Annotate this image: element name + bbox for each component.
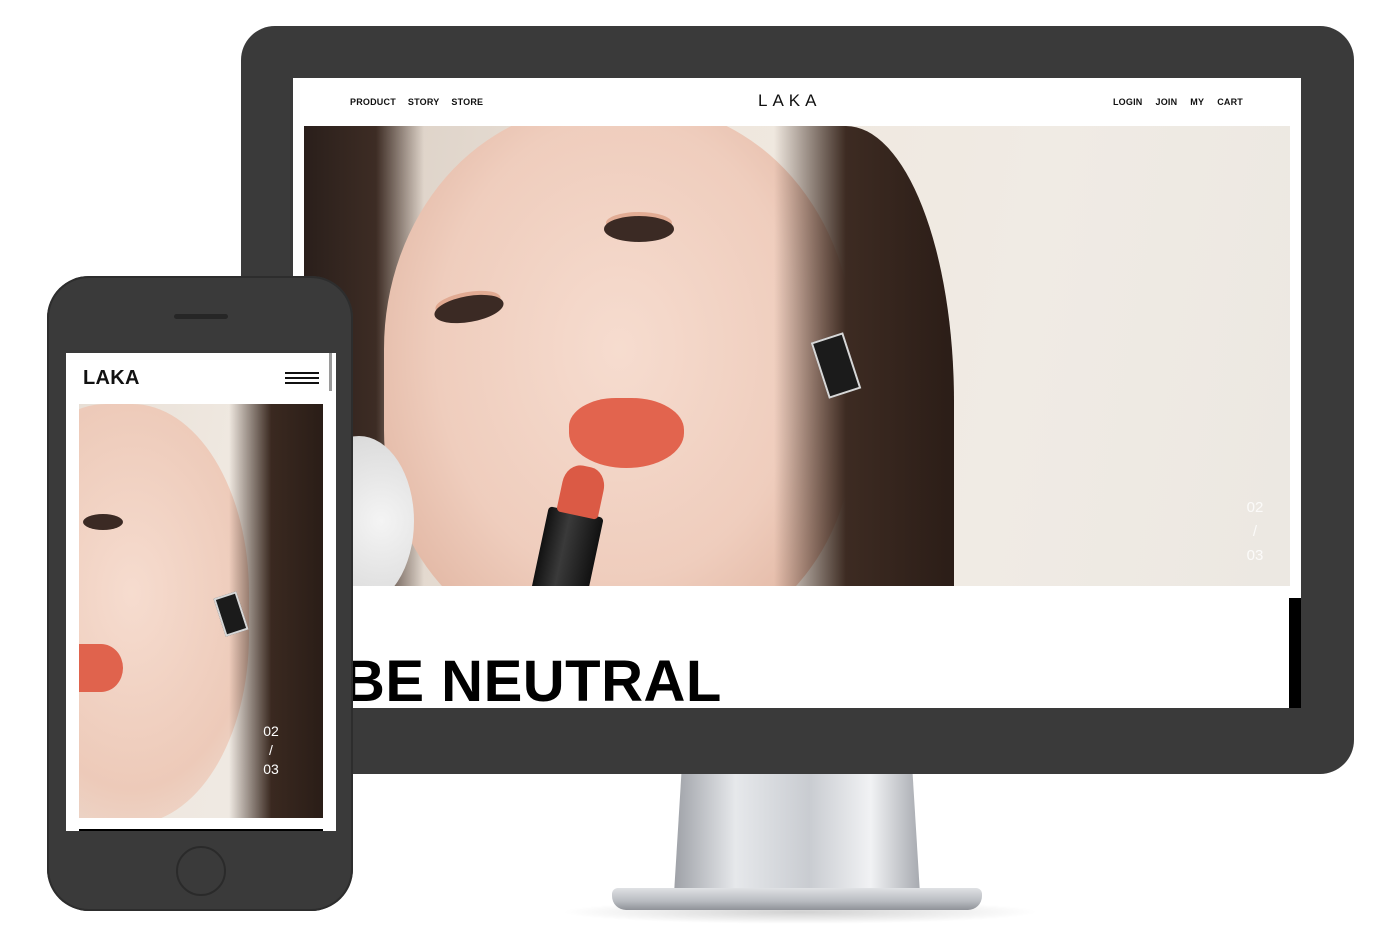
- mobile-hero-image: 02 / 03: [79, 404, 323, 818]
- desktop-header: PRODUCT STORY STORE LAKA LOGIN JOIN MY C…: [293, 78, 1301, 126]
- mobile-scrollbar[interactable]: [329, 353, 332, 391]
- slide-current: 02: [1246, 499, 1264, 516]
- desktop-brand-logo[interactable]: LAKA: [758, 91, 821, 111]
- desktop-nav-left: PRODUCT STORY STORE: [350, 97, 483, 107]
- nav-login-link[interactable]: LOGIN: [1113, 97, 1143, 107]
- desktop-hero-image: 02 / 03: [304, 126, 1290, 586]
- nav-my-link[interactable]: MY: [1190, 97, 1204, 107]
- desktop-slide-counter: 02 / 03: [1240, 496, 1270, 568]
- phone-home-button: [176, 846, 226, 896]
- nav-story-link[interactable]: STORY: [408, 97, 440, 107]
- mobile-slide-current: 02: [263, 723, 279, 739]
- desktop-nav-right: LOGIN JOIN MY CART: [1113, 97, 1243, 107]
- phone-speaker: [174, 314, 228, 319]
- mobile-brand-logo[interactable]: LAKA: [83, 367, 140, 390]
- monitor-stand-neck: [674, 774, 920, 894]
- desktop-headline: BE NEUTRAL: [343, 649, 722, 708]
- hero-eye-right: [604, 216, 674, 242]
- mobile-slide-counter: 02 / 03: [259, 722, 283, 779]
- mobile-accent-bar: [79, 829, 323, 831]
- desktop-accent-bar: [1289, 598, 1301, 708]
- desktop-website: PRODUCT STORY STORE LAKA LOGIN JOIN MY C…: [293, 78, 1301, 708]
- mobile-slide-separator: /: [269, 742, 273, 758]
- mobile-website: LAKA 02 / 03: [66, 353, 336, 831]
- nav-cart-link[interactable]: CART: [1217, 97, 1243, 107]
- mobile-slide-total: 03: [263, 761, 279, 777]
- slide-separator: /: [1252, 523, 1258, 540]
- slide-total: 03: [1246, 547, 1264, 564]
- nav-join-link[interactable]: JOIN: [1155, 97, 1177, 107]
- hero-hair-right: [774, 126, 954, 586]
- mobile-hero-lips: [79, 644, 123, 692]
- hero-lips: [569, 398, 684, 468]
- hamburger-menu-icon[interactable]: [285, 372, 319, 386]
- monitor-stand-base: [612, 888, 982, 910]
- nav-product-link[interactable]: PRODUCT: [350, 97, 396, 107]
- nav-store-link[interactable]: STORE: [451, 97, 483, 107]
- mobile-hero-eye: [83, 514, 123, 530]
